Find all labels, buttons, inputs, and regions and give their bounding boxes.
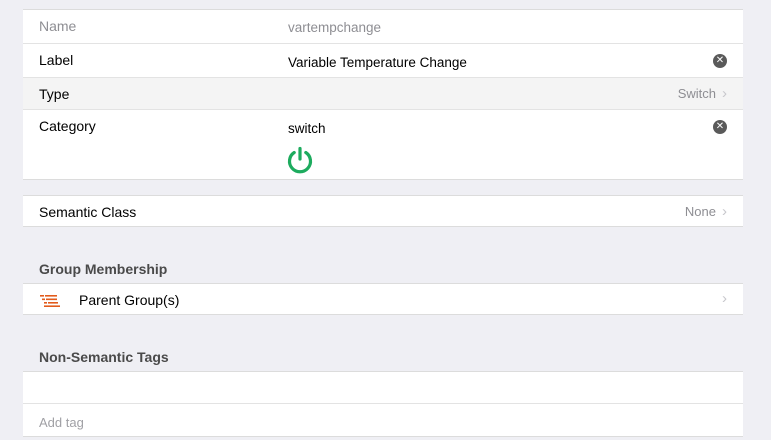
group-membership-title: Group Membership — [39, 261, 168, 277]
clear-icon[interactable]: ✕ — [713, 54, 727, 68]
category-input[interactable]: switch — [288, 121, 326, 136]
parent-groups-card[interactable]: Parent Group(s) › — [23, 283, 743, 315]
chevron-right-icon: › — [722, 290, 727, 307]
non-semantic-tags-title: Non-Semantic Tags — [39, 349, 169, 365]
name-value: vartempchange — [288, 20, 382, 35]
add-tag-input[interactable]: Add tag — [39, 415, 84, 430]
parent-groups-label: Parent Group(s) — [79, 292, 180, 308]
name-label: Name — [39, 18, 77, 34]
type-label: Type — [39, 86, 70, 102]
category-label: Category — [39, 118, 96, 134]
label-input[interactable]: Variable Temperature Change — [288, 55, 467, 70]
tags-card: Add tag — [23, 371, 743, 437]
chevron-right-icon: › — [722, 203, 727, 220]
list-icon — [40, 294, 60, 307]
semantic-class-card[interactable]: Semantic Class None › — [23, 195, 743, 227]
clear-icon[interactable]: ✕ — [713, 120, 727, 134]
label-row[interactable]: Label Variable Temperature Change ✕ — [23, 44, 743, 77]
separator — [23, 403, 743, 404]
name-row: Name vartempchange — [23, 10, 743, 43]
chevron-right-icon: › — [722, 85, 727, 102]
power-icon — [285, 145, 315, 175]
semantic-class-label: Semantic Class — [39, 204, 137, 220]
type-value: Switch — [677, 86, 716, 101]
label-label: Label — [39, 52, 74, 68]
semantic-class-value: None — [684, 204, 716, 219]
item-editor-page: Name vartempchange Label Variable Temper… — [0, 0, 771, 440]
category-row[interactable]: Category switch ✕ — [23, 110, 743, 180]
item-fields-card: Name vartempchange Label Variable Temper… — [23, 9, 743, 180]
type-row[interactable]: Type Switch › — [23, 78, 743, 109]
